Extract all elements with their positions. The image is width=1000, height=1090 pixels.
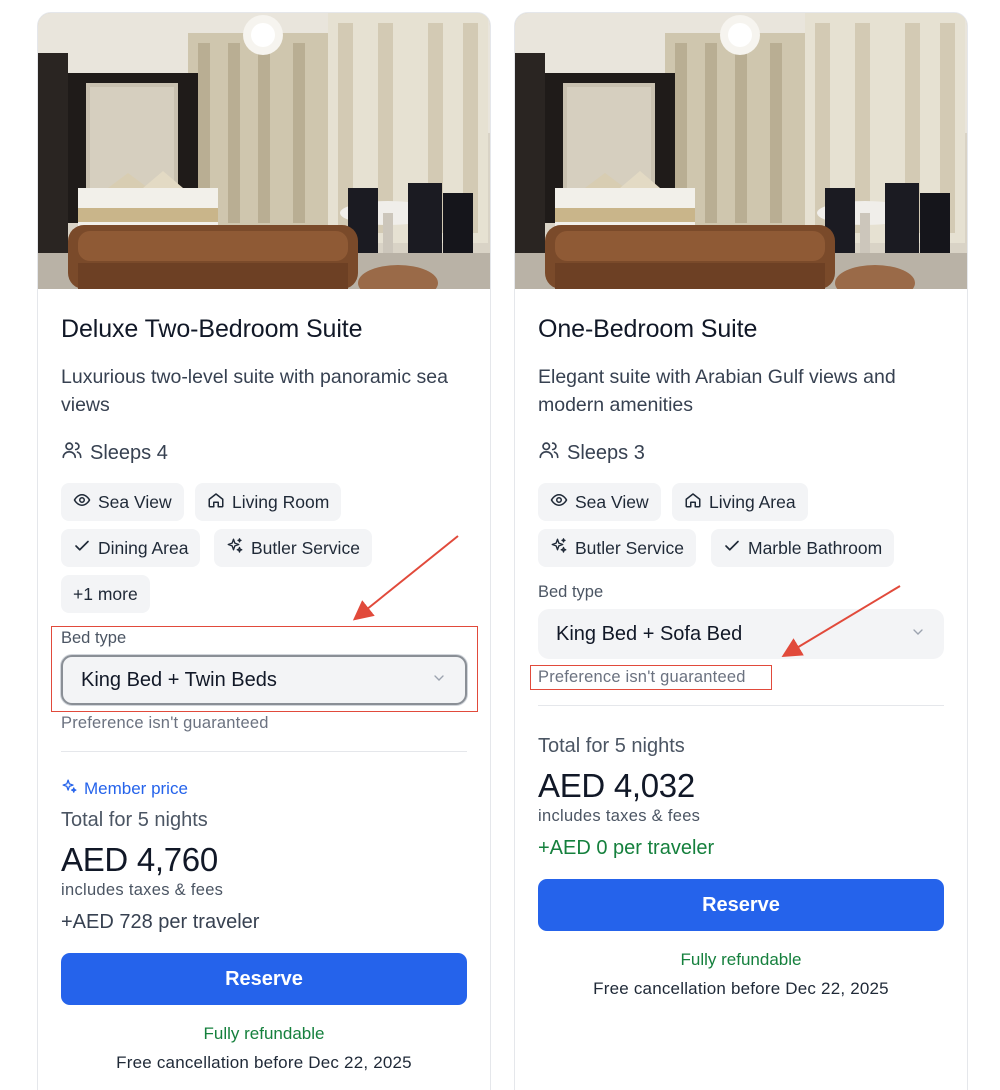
annotation-arrows — [352, 535, 901, 658]
